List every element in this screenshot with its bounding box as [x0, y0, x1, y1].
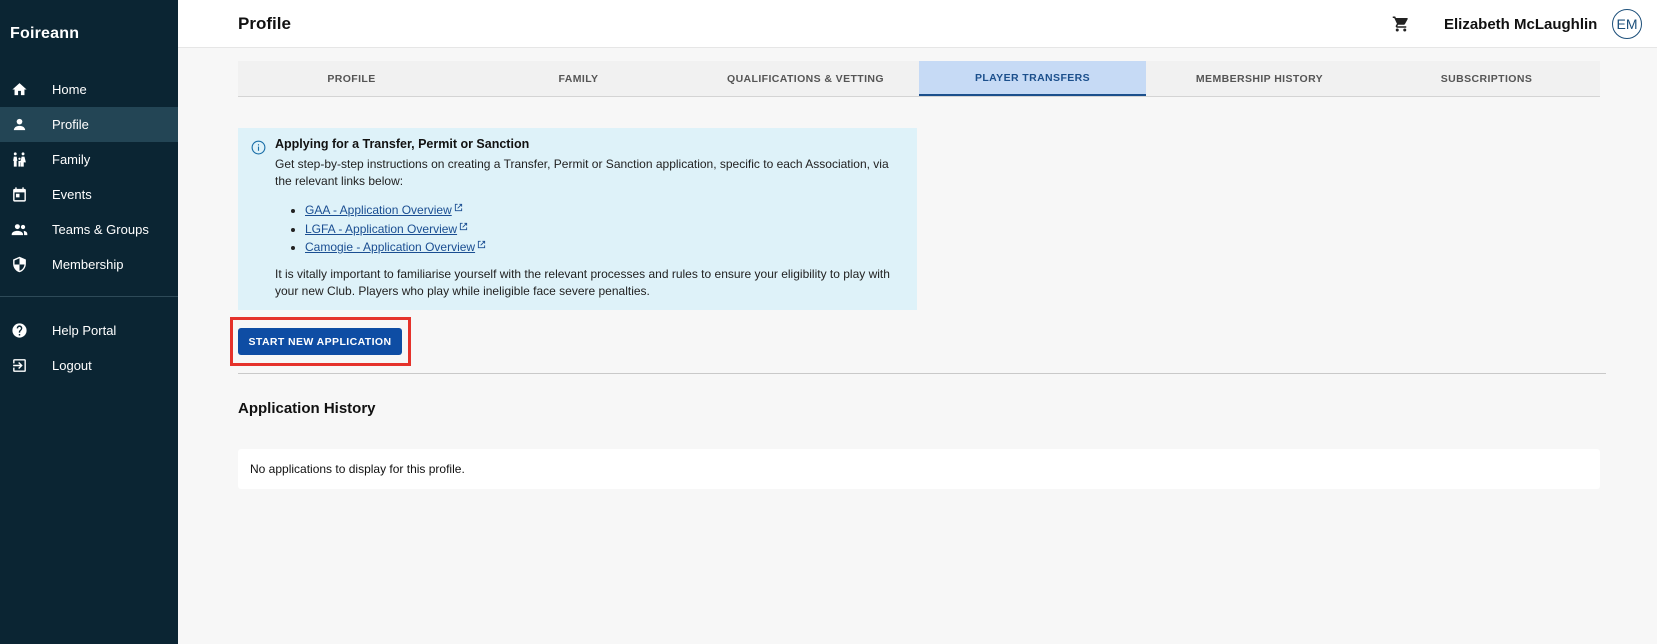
sidebar-item-home[interactable]: Home	[0, 72, 178, 107]
avatar[interactable]: EM	[1612, 9, 1642, 39]
sidebar-item-family[interactable]: Family	[0, 142, 178, 177]
page-title: Profile	[238, 14, 291, 33]
tab-player-transfers[interactable]: PLAYER TRANSFERS	[919, 61, 1146, 96]
sidebar-item-profile[interactable]: Profile	[0, 107, 178, 142]
sidebar-item-label: Help Portal	[52, 323, 117, 338]
application-history-empty: No applications to display for this prof…	[238, 449, 1600, 489]
sidebar-item-label: Membership	[52, 257, 124, 272]
external-link-icon	[459, 219, 468, 230]
logout-icon	[10, 357, 28, 375]
list-item: LGFA - Application Overview	[305, 219, 905, 238]
sidebar-item-label: Profile	[52, 117, 89, 132]
external-link-icon	[454, 200, 463, 212]
transfer-info-box: Applying for a Transfer, Permit or Sanct…	[238, 128, 917, 310]
help-icon	[10, 322, 28, 340]
family-icon	[10, 151, 28, 169]
shield-icon	[10, 256, 28, 274]
tab-profile[interactable]: PROFILE	[238, 61, 465, 96]
cart-icon[interactable]	[1392, 15, 1410, 33]
sidebar-item-teams-groups[interactable]: Teams & Groups	[0, 212, 178, 247]
sidebar-item-label: Events	[52, 187, 92, 202]
sidebar-item-label: Teams & Groups	[52, 222, 149, 237]
info-warning: It is vitally important to familiarise y…	[275, 266, 890, 298]
start-new-application-button[interactable]: START NEW APPLICATION	[238, 328, 402, 355]
camogie-overview-link[interactable]: Camogie - Application Overview	[305, 240, 475, 254]
external-link-icon	[477, 237, 486, 249]
top-header: Profile Elizabeth McLaughlin EM	[178, 0, 1657, 48]
tab-membership-history[interactable]: MEMBERSHIP HISTORY	[1146, 61, 1373, 96]
group-icon	[10, 221, 28, 239]
gaa-overview-link[interactable]: GAA - Application Overview	[305, 203, 452, 217]
sidebar: Foireann Home Profile Family Events Team…	[0, 0, 178, 644]
tab-family[interactable]: FAMILY	[465, 61, 692, 96]
sidebar-item-membership[interactable]: Membership	[0, 247, 178, 282]
list-item: GAA - Application Overview	[305, 200, 905, 219]
sidebar-item-events[interactable]: Events	[0, 177, 178, 212]
section-divider	[238, 373, 1606, 374]
sidebar-divider	[0, 296, 178, 297]
calendar-icon	[10, 186, 28, 204]
profile-tabs: PROFILE FAMILY QUALIFICATIONS & VETTING …	[238, 61, 1600, 97]
sidebar-item-label: Home	[52, 82, 87, 97]
sidebar-item-label: Logout	[52, 358, 92, 373]
tab-qualifications-vetting[interactable]: QUALIFICATIONS & VETTING	[692, 61, 919, 96]
user-name[interactable]: Elizabeth McLaughlin	[1444, 16, 1597, 33]
sidebar-item-help-portal[interactable]: Help Portal	[0, 313, 178, 348]
tab-subscriptions[interactable]: SUBSCRIPTIONS	[1373, 61, 1600, 96]
info-icon	[251, 140, 266, 155]
person-icon	[10, 116, 28, 134]
list-item: Camogie - Application Overview	[305, 237, 905, 256]
info-intro: Get step-by-step instructions on creatin…	[275, 157, 889, 188]
lgfa-overview-link[interactable]: LGFA - Application Overview	[305, 222, 457, 236]
sidebar-item-logout[interactable]: Logout	[0, 348, 178, 383]
sidebar-item-label: Family	[52, 152, 91, 167]
info-title: Applying for a Transfer, Permit or Sanct…	[275, 137, 530, 151]
sidebar-nav: Home Profile Family Events Teams & Group…	[0, 72, 178, 383]
application-history-title: Application History	[238, 400, 376, 417]
brand-logo: Foireann	[10, 25, 80, 42]
home-icon	[10, 81, 28, 99]
application-links: GAA - Application Overview LGFA - Applic…	[305, 200, 905, 256]
